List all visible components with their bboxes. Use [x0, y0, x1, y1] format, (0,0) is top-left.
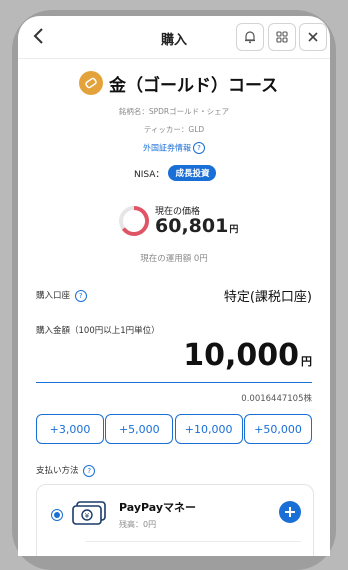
price-gauge-icon [119, 205, 150, 236]
payment-info-icon[interactable]: ? [83, 464, 96, 477]
account-value[interactable]: 特定(課税口座) [224, 286, 312, 305]
account-info-icon[interactable]: ? [74, 289, 87, 302]
price-unit: 円 [229, 225, 239, 235]
price-value-wrap: 60,801円 [155, 215, 238, 237]
bell-icon [245, 31, 255, 44]
account-label: 購入口座 [36, 291, 71, 301]
amount-unit: 円 [301, 355, 312, 368]
notification-button[interactable] [236, 23, 264, 51]
foreign-securities-label: 外国証券情報 [143, 143, 191, 153]
nisa-badge: 成長投資 [168, 165, 217, 181]
gold-bar-icon [85, 77, 97, 89]
amount-value: 10,000 [183, 338, 299, 373]
add-3000-button[interactable]: +3,000 [36, 414, 104, 444]
payment-method-card[interactable]: ¥ PayPayマネー 残高：0円 [36, 484, 314, 556]
holdings-amount: 現在の運用額 0円 [140, 254, 208, 264]
price-value: 60,801 [155, 215, 229, 237]
info-icon: ? [193, 142, 205, 154]
ticker: ティッカー：GLD [143, 125, 205, 134]
amount-underline [36, 382, 312, 383]
add-10000-button[interactable]: +10,000 [174, 414, 243, 444]
payment-method-name: PayPayマネー [119, 501, 197, 514]
payment-label: 支払い方法 [36, 466, 79, 476]
gold-coin-icon [79, 71, 103, 95]
add-50000-button[interactable]: +50,000 [243, 414, 312, 444]
close-icon [308, 32, 318, 42]
nisa-row: NISA： 成長投資 [134, 164, 217, 182]
payment-radio[interactable] [51, 509, 63, 521]
top-nav: 購入 [18, 16, 330, 59]
payment-balance: 残高：0円 [119, 520, 157, 529]
money-icon: ¥ [72, 501, 106, 525]
current-price: 現在の価格 60,801円 [117, 204, 247, 240]
close-button[interactable] [299, 23, 327, 51]
card-divider [85, 541, 301, 542]
estimated-shares: 0.0016447105株 [241, 394, 312, 404]
amount-input[interactable]: 10,000 円 [183, 338, 312, 373]
amount-label: 購入金額（100円以上1円単位） [36, 326, 160, 336]
nisa-label: NISA： [134, 169, 165, 180]
payment-label-row: 支払い方法 ? [36, 464, 96, 477]
asset-name: 金（ゴールド）コース [109, 76, 279, 96]
grid-icon [276, 31, 288, 43]
svg-text:¥: ¥ [85, 512, 90, 520]
plus-icon [285, 507, 295, 517]
issue-name: 銘柄名：SPDRゴールド・シェア [118, 107, 230, 116]
quick-add-buttons: +3,000 +5,000 +10,000 +50,000 [36, 414, 312, 444]
menu-grid-button[interactable] [268, 23, 296, 51]
add-funds-button[interactable] [279, 501, 301, 523]
add-5000-button[interactable]: +5,000 [105, 414, 174, 444]
account-label-row: 購入口座 ? [36, 289, 87, 302]
app-screen: 購入 金（ゴールド）コース 銘柄名：SPDRゴールド・シェア ティッカー：GLD… [18, 16, 330, 556]
foreign-securities-link[interactable]: 外国証券情報? [18, 142, 330, 154]
